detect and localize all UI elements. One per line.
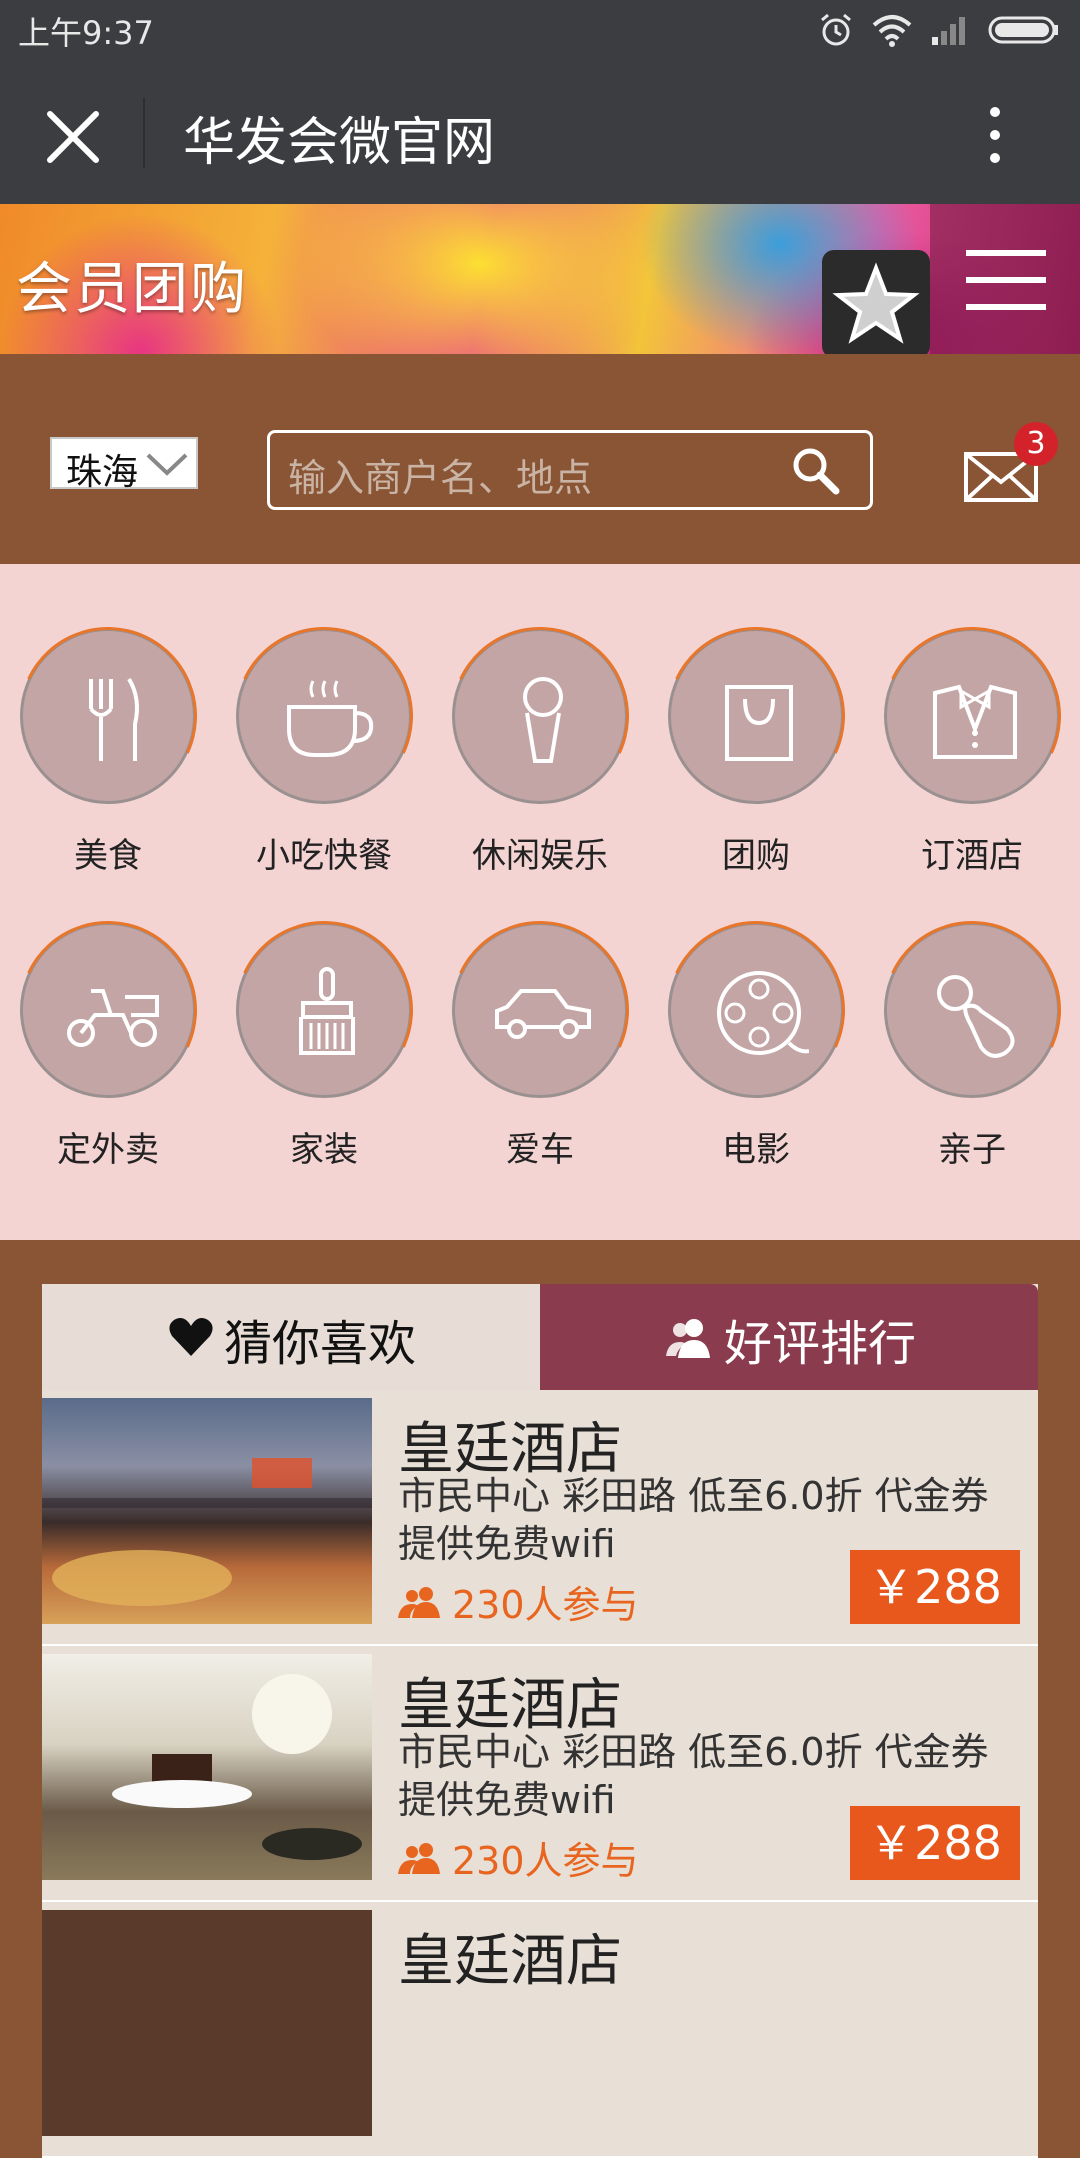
category-circle <box>236 922 412 1098</box>
coffee-cup-icon <box>287 680 374 757</box>
header-banner: 会员团购 <box>0 204 1080 354</box>
participants: 230人参与 <box>398 1832 639 1883</box>
category-grid: 美食 小吃快餐 休闲娱乐 团购 订酒店 定外卖 家装 爱车 电影 亲子 <box>0 564 1080 1240</box>
nav-divider <box>143 98 145 168</box>
chevron-down-icon <box>146 453 188 476</box>
category-circle <box>452 922 628 1098</box>
search-input[interactable]: 输入商户名、地点 <box>267 430 873 510</box>
dessert-photo <box>42 1654 372 1880</box>
star-icon <box>832 262 920 344</box>
banner-title: 会员团购 <box>16 257 248 322</box>
list-item[interactable]: 皇廷酒店 市民中心 彩田路 低至6.0折 代金券 提供免费wifi 230人参与… <box>42 1646 1038 1902</box>
signal-icon <box>932 17 965 45</box>
category-parenting[interactable]: 亲子 <box>864 858 1080 1170</box>
category-leisure[interactable]: 休闲娱乐 <box>432 564 648 876</box>
heart-icon <box>169 1318 213 1356</box>
close-icon[interactable] <box>38 102 108 172</box>
tab-label: 好评排行 <box>724 1316 917 1372</box>
category-label: 家装 <box>290 1130 358 1170</box>
item-title: 皇廷酒店 <box>398 1929 622 1994</box>
category-circle <box>236 628 412 804</box>
paint-brush-icon <box>299 967 355 1055</box>
pacifier-icon <box>937 975 1015 1058</box>
list-item[interactable]: 皇廷酒店 市民中心 彩田路 低至6.0折 代金券 提供免费wifi 230人参与… <box>42 1390 1038 1646</box>
users-icon <box>398 1843 440 1874</box>
category-food[interactable]: 美食 <box>0 564 216 876</box>
dessert-photo-art <box>112 1674 362 1860</box>
participants-count: 230人参与 <box>452 1838 639 1883</box>
category-circle <box>452 628 628 804</box>
tab-top-rated[interactable]: 好评排行 <box>540 1284 1038 1390</box>
status-bar: 上午9:37 <box>0 0 1080 60</box>
category-label: 爱车 <box>506 1130 574 1170</box>
list-item[interactable]: 皇廷酒店 <box>42 1902 1038 2158</box>
hotel-photo <box>42 1910 372 2136</box>
recommendation-panel: 猜你喜欢 好评排行 皇廷酒店 市民中心 彩田路 低至6.0折 代金券 提供免费w… <box>42 1284 1038 2158</box>
category-circle <box>668 628 844 804</box>
shopping-bag-icon <box>725 685 793 761</box>
bowtie-suit-icon <box>933 684 1017 759</box>
participants-count: 230人参与 <box>452 1582 639 1627</box>
notification-badge: 3 <box>1014 422 1058 466</box>
category-circle <box>20 628 196 804</box>
page-title: 华发会微官网 <box>183 113 496 173</box>
category-home-decor[interactable]: 家装 <box>216 858 432 1170</box>
city-label: 珠海 <box>66 452 139 493</box>
hotel-photo-art <box>42 1458 372 1606</box>
category-circle <box>884 922 1060 1098</box>
category-label: 亲子 <box>938 1130 1006 1170</box>
wifi-icon <box>872 15 912 47</box>
users-icon <box>666 1319 710 1358</box>
category-car[interactable]: 爱车 <box>432 858 648 1170</box>
microphone-icon <box>523 677 563 763</box>
hotel-photo <box>42 1398 372 1624</box>
status-time: 上午9:37 <box>18 14 154 52</box>
category-groupbuy[interactable]: 团购 <box>648 564 864 876</box>
category-circle <box>668 922 844 1098</box>
category-hotel[interactable]: 订酒店 <box>864 564 1080 876</box>
status-icons <box>818 10 1060 50</box>
nav-bar: 华发会微官网 <box>0 60 1080 204</box>
category-label: 定外卖 <box>57 1130 159 1170</box>
category-delivery[interactable]: 定外卖 <box>0 858 216 1170</box>
category-circle <box>884 628 1060 804</box>
category-snacks[interactable]: 小吃快餐 <box>216 564 432 876</box>
price-tag[interactable]: ￥288 <box>850 1550 1020 1624</box>
tab-label: 猜你喜欢 <box>224 1316 417 1372</box>
search-placeholder: 输入商户名、地点 <box>288 456 593 500</box>
price-tag[interactable]: ￥288 <box>850 1806 1020 1880</box>
participants: 230人参与 <box>398 1576 639 1627</box>
city-select[interactable]: 珠海 <box>50 437 198 493</box>
search-icon[interactable] <box>788 443 844 499</box>
menu-icon[interactable] <box>966 248 1046 312</box>
film-reel-icon <box>717 971 809 1055</box>
more-vertical-icon[interactable] <box>980 100 1010 170</box>
category-label: 电影 <box>722 1130 790 1170</box>
alarm-icon <box>821 13 851 46</box>
battery-icon <box>988 16 1058 44</box>
fork-knife-icon <box>89 677 139 761</box>
favorite-button[interactable] <box>822 250 930 354</box>
search-strip: 珠海 输入商户名、地点 3 <box>0 354 1080 564</box>
tab-guess-you-like[interactable]: 猜你喜欢 <box>42 1284 540 1390</box>
users-icon <box>398 1587 440 1618</box>
car-icon <box>495 989 591 1039</box>
scooter-icon <box>67 989 159 1047</box>
category-circle <box>20 922 196 1098</box>
category-movie[interactable]: 电影 <box>648 858 864 1170</box>
